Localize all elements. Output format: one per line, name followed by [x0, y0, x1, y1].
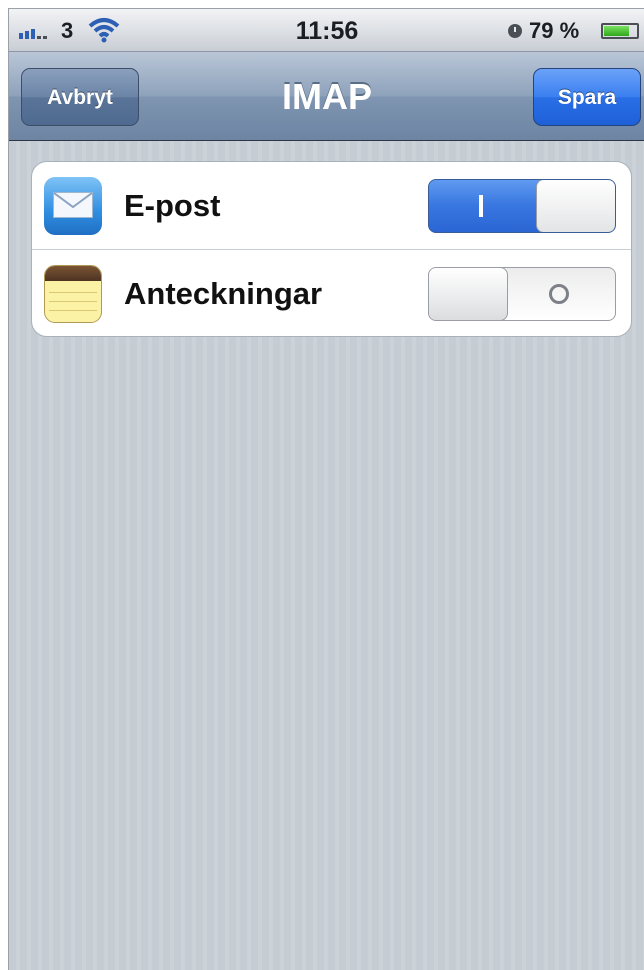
toggle-knob[interactable]: [536, 180, 615, 232]
battery-percentage: 79 %: [529, 18, 580, 43]
notes-icon: [44, 265, 102, 323]
notes-toggle-switch[interactable]: [428, 267, 616, 321]
settings-group: E-post Anteckningar: [31, 161, 632, 337]
setting-row-mail[interactable]: E-post: [32, 162, 631, 250]
battery-level-fill: [604, 26, 629, 36]
mail-toggle-switch[interactable]: [428, 179, 616, 233]
toggle-knob[interactable]: [429, 268, 508, 320]
navigation-bar: Avbryt IMAP Spara: [9, 52, 644, 141]
setting-label-mail: E-post: [124, 188, 221, 223]
setting-row-notes[interactable]: Anteckningar: [32, 250, 631, 336]
toggle-on-indicator: [479, 195, 483, 217]
alarm-icon: [508, 24, 522, 38]
setting-label-notes: Anteckningar: [124, 276, 323, 311]
save-button[interactable]: Spara: [533, 68, 641, 126]
phone-screen: 3 11:56 79 % Avbryt IMAP Spara E-post An…: [8, 8, 644, 970]
battery-icon: [601, 23, 639, 39]
mail-icon: [44, 177, 102, 235]
toggle-off-indicator: [549, 284, 569, 304]
status-bar: 3 11:56 79 %: [9, 9, 644, 52]
